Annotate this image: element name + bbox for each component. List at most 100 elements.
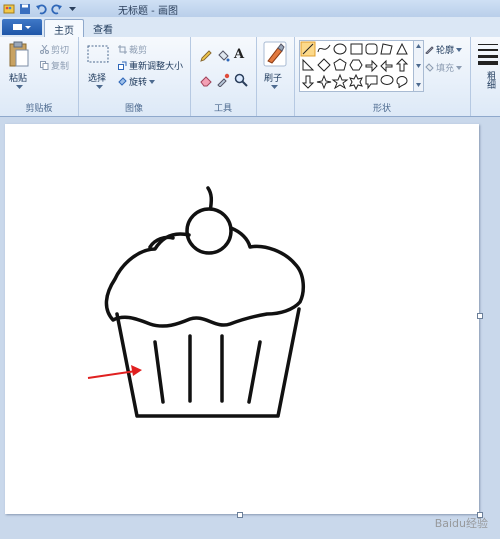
copy-label: 复制 (51, 62, 70, 72)
copy-icon (40, 61, 49, 70)
menu-icon (13, 24, 31, 30)
title-bar: 无标题 - 画图 (0, 0, 500, 18)
magnifier-icon[interactable] (234, 73, 248, 90)
crop-label: 裁剪 (129, 46, 148, 56)
cup-stripe (247, 340, 262, 404)
callout-rect-shape-icon (365, 75, 378, 90)
fill-label: 填充 (436, 64, 455, 74)
shapes-group-label: 形状 (372, 104, 391, 114)
pentagon-shape-icon (333, 58, 347, 71)
ribbon: 粘贴 剪切 复制 剪贴板 选择 裁剪 重新调整大小 旋转 图像 A 工具 刷子 … (0, 37, 500, 117)
undo-icon[interactable] (34, 2, 47, 15)
shapes-gallery[interactable] (299, 40, 414, 92)
app-icon[interactable] (2, 2, 15, 15)
chevron-down-icon (456, 65, 463, 70)
red-arrow (87, 365, 142, 379)
brush-icon[interactable] (263, 41, 287, 70)
cupcake-drawing (87, 186, 306, 418)
brushes-group: 刷子 (256, 37, 295, 116)
crop-button[interactable]: 裁剪 (118, 43, 147, 56)
image-group-label: 图像 (124, 104, 143, 114)
triangle-shape-icon (396, 42, 408, 55)
oval-shape-icon (333, 43, 347, 55)
resize-handle-bottom[interactable] (237, 512, 243, 518)
rotate-icon (118, 77, 127, 86)
shapes-scroll[interactable] (413, 40, 424, 92)
chevron-down-icon[interactable] (96, 85, 103, 90)
callout-cloud-shape-icon (396, 76, 408, 89)
fill-bucket-icon[interactable] (216, 49, 230, 66)
outline-label: 轮廓 (436, 46, 455, 56)
rectangle-shape-icon (350, 43, 363, 55)
curve-shape-icon (317, 44, 331, 53)
chevron-down-icon (149, 79, 156, 84)
window-title: 无标题 - 画图 (118, 6, 178, 17)
size-button[interactable]: 粗细 (484, 71, 497, 89)
tab-home[interactable]: 主页 (44, 19, 84, 38)
five-point-star-shape-icon (331, 73, 349, 90)
tools-group: A 工具 (190, 37, 257, 116)
select-icon[interactable] (87, 45, 109, 66)
crop-icon (118, 45, 127, 54)
left-arrow-shape-icon (380, 59, 393, 73)
cut-button[interactable]: 剪切 (40, 43, 69, 56)
resize-label: 重新调整大小 (129, 62, 184, 72)
clipboard-group-label: 剪贴板 (25, 104, 53, 114)
copy-button[interactable]: 复制 (40, 59, 69, 72)
chevron-down-icon[interactable] (271, 85, 278, 90)
fill-button[interactable]: 填充 (425, 61, 463, 74)
shapes-group: 轮廓 填充 形状 (294, 37, 471, 116)
down-arrow-shape-icon (301, 75, 315, 89)
six-point-star-shape-icon (349, 73, 363, 91)
text-tool-icon[interactable]: A (234, 47, 244, 62)
paste-icon[interactable] (8, 41, 30, 72)
select-label: 选择 (88, 74, 107, 84)
callout-oval-shape-icon (380, 75, 394, 85)
rotate-button[interactable]: 旋转 (118, 75, 156, 88)
select-button[interactable]: 选择 (88, 71, 106, 84)
diamond-shape-icon (317, 58, 331, 72)
fill-icon (425, 63, 434, 72)
save-icon[interactable] (18, 2, 31, 15)
shapes-gallery-icons (300, 41, 409, 91)
size-group: 粗细 (470, 37, 500, 116)
brushes-button[interactable]: 刷子 (264, 71, 282, 84)
tools-group-label: 工具 (213, 104, 232, 114)
pencil-icon[interactable] (199, 49, 213, 66)
paste-button[interactable]: 粘贴 (9, 71, 27, 84)
hexagon-shape-icon (349, 59, 363, 71)
right-arrow-shape-icon (365, 59, 378, 73)
rounded-rectangle-shape-icon (365, 43, 378, 55)
redo-icon[interactable] (50, 2, 63, 15)
brushes-label: 刷子 (264, 74, 283, 84)
paste-label: 粘贴 (9, 74, 28, 84)
scissors-icon (40, 45, 49, 54)
drawing-canvas[interactable] (5, 124, 479, 514)
chevron-down-icon[interactable] (16, 85, 23, 90)
color-picker-icon[interactable] (216, 73, 230, 90)
watermark: Baidu经验 (434, 517, 488, 530)
cup (115, 307, 301, 418)
clipboard-group: 粘贴 剪切 复制 剪贴板 (0, 37, 79, 116)
customize-qat-icon[interactable] (66, 2, 79, 15)
polygon-shape-icon (380, 43, 393, 55)
resize-icon (118, 61, 127, 70)
ribbon-tab-bar: 主页 查看 (0, 17, 500, 38)
size-label: 粗细 (485, 71, 495, 89)
up-arrow-shape-icon (395, 58, 409, 72)
file-menu-button[interactable] (2, 19, 42, 35)
cup-stripe (153, 340, 165, 404)
canvas-area: Baidu经验 (0, 117, 500, 539)
tab-view[interactable]: 查看 (86, 19, 120, 37)
eraser-icon[interactable] (199, 73, 213, 90)
scroll-arrows-icon (416, 44, 421, 87)
rotate-label: 旋转 (129, 78, 148, 88)
cut-label: 剪切 (51, 46, 70, 56)
outline-button[interactable]: 轮廓 (425, 43, 463, 56)
chevron-down-icon (456, 47, 463, 52)
resize-button[interactable]: 重新调整大小 (118, 59, 183, 72)
outline-icon (425, 46, 434, 54)
image-group: 选择 裁剪 重新调整大小 旋转 图像 (78, 37, 191, 116)
line-width-icon[interactable] (478, 43, 498, 68)
resize-handle-right[interactable] (477, 313, 483, 319)
